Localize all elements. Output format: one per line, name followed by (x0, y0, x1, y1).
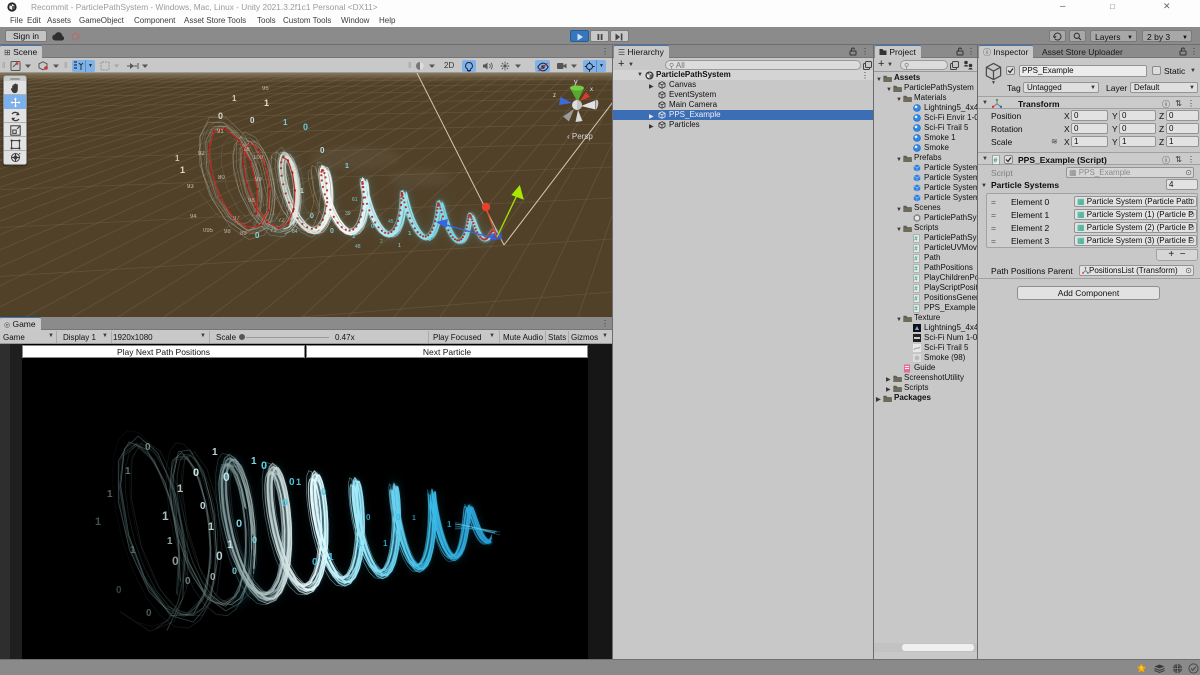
svg-text:0: 0 (232, 566, 237, 576)
svg-text:0: 0 (236, 518, 242, 530)
svg-text:1: 1 (162, 509, 169, 523)
svg-text:0: 0 (303, 122, 308, 132)
svg-text:0: 0 (252, 535, 257, 545)
svg-text:0: 0 (320, 146, 325, 155)
svg-text:1: 1 (95, 516, 101, 528)
svg-text:99: 99 (255, 177, 262, 183)
svg-text:1: 1 (208, 521, 214, 533)
svg-text:1: 1 (264, 98, 269, 108)
svg-text:98: 98 (248, 198, 255, 204)
svg-text:0: 0 (396, 513, 401, 522)
svg-text:0: 0 (185, 576, 191, 587)
svg-text:78: 78 (243, 147, 250, 153)
svg-text:1: 1 (408, 231, 412, 237)
svg-text:1: 1 (130, 545, 136, 556)
svg-text:0: 0 (250, 116, 255, 125)
svg-text:0: 0 (146, 608, 152, 619)
svg-text:73: 73 (285, 203, 292, 209)
svg-text:1: 1 (107, 489, 113, 500)
svg-text:y: y (574, 79, 578, 86)
svg-text:48: 48 (355, 244, 361, 250)
svg-text:1: 1 (412, 515, 416, 522)
svg-text:1: 1 (296, 477, 301, 487)
svg-text:61: 61 (352, 197, 358, 203)
svg-text:91: 91 (217, 129, 224, 135)
svg-text:z: z (553, 93, 556, 99)
svg-text:0: 0 (218, 111, 223, 121)
svg-text:96: 96 (262, 86, 269, 92)
svg-text:92: 92 (198, 151, 205, 157)
svg-text:93: 93 (187, 184, 194, 190)
svg-text:095: 095 (203, 228, 214, 234)
svg-text:0: 0 (282, 498, 288, 509)
svg-text:0: 0 (366, 513, 371, 522)
svg-text:0: 0 (321, 487, 326, 497)
svg-text:0: 0 (116, 585, 122, 596)
svg-text:74: 74 (281, 185, 288, 191)
svg-text:1: 1 (227, 539, 233, 551)
svg-text:0: 0 (145, 442, 151, 453)
svg-text:0: 0 (312, 557, 318, 568)
svg-text:39: 39 (345, 211, 351, 217)
svg-text:1: 1 (345, 163, 349, 170)
svg-text:72: 72 (278, 218, 285, 224)
svg-text:0: 0 (223, 470, 230, 484)
svg-text:1: 1 (357, 538, 362, 548)
svg-text:37: 37 (367, 204, 373, 210)
svg-text:97: 97 (233, 216, 240, 222)
svg-text:1: 1 (180, 165, 185, 175)
svg-text:0: 0 (330, 228, 334, 235)
svg-text:80: 80 (218, 175, 225, 181)
svg-text:0: 0 (255, 231, 260, 240)
svg-text:1: 1 (383, 539, 388, 548)
svg-text:0: 0 (216, 549, 223, 563)
svg-text:0: 0 (172, 554, 179, 568)
svg-text:89: 89 (240, 231, 247, 237)
svg-text:1: 1 (251, 456, 257, 467)
svg-text:100: 100 (253, 155, 264, 161)
svg-text:1: 1 (125, 466, 131, 477)
svg-text:0: 0 (310, 213, 314, 220)
svg-text:98: 98 (224, 229, 231, 235)
svg-text:75: 75 (290, 166, 297, 172)
svg-text:84: 84 (292, 229, 298, 235)
svg-text:1: 1 (300, 188, 304, 195)
svg-text:x: x (590, 87, 593, 93)
svg-text:45: 45 (388, 219, 394, 225)
svg-text:1: 1 (167, 536, 173, 547)
svg-text:1: 1 (447, 520, 452, 529)
svg-text:1: 1 (175, 154, 180, 163)
svg-text:0: 0 (210, 572, 216, 583)
svg-text:0: 0 (200, 501, 206, 512)
svg-text:0: 0 (193, 467, 199, 479)
svg-text:1: 1 (283, 118, 288, 127)
svg-text:0: 0 (289, 477, 295, 488)
svg-text:2: 2 (380, 239, 383, 245)
svg-text:#: # (994, 157, 998, 164)
svg-text:1: 1 (232, 94, 237, 103)
svg-text:71: 71 (270, 228, 277, 234)
svg-text:1: 1 (328, 552, 334, 563)
svg-text:1: 1 (177, 483, 183, 495)
svg-text:1: 1 (212, 447, 218, 458)
svg-text:‹ Persp: ‹ Persp (567, 132, 593, 141)
svg-text:94: 94 (190, 214, 197, 220)
svg-text:0: 0 (261, 460, 267, 472)
svg-text:1: 1 (398, 243, 401, 249)
